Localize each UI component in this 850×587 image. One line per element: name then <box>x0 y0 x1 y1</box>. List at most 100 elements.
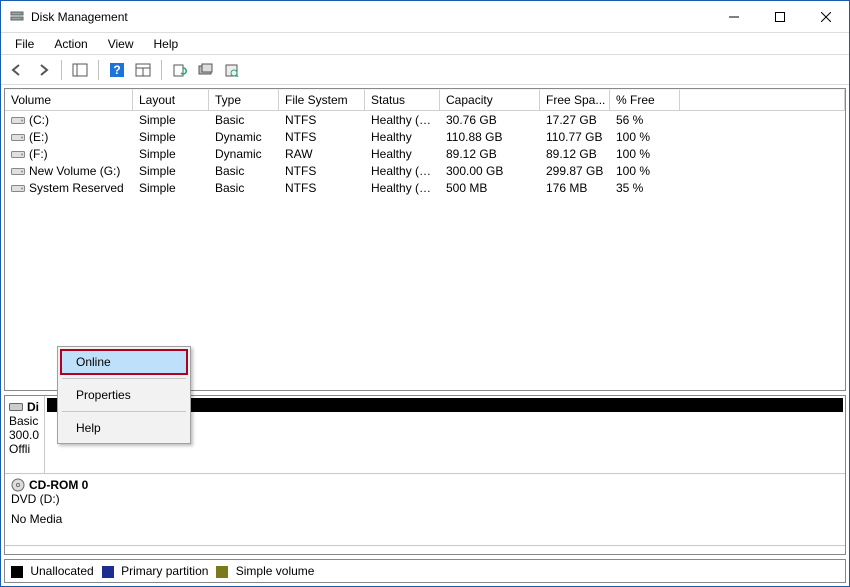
app-icon <box>9 9 25 25</box>
legend-simple: Simple volume <box>216 564 314 578</box>
toolbar-separator <box>161 60 162 80</box>
refresh-button[interactable] <box>168 58 192 82</box>
col-status[interactable]: Status <box>365 89 440 110</box>
vol-name: New Volume (G:) <box>29 164 120 178</box>
cdrom-icon <box>11 478 25 492</box>
toolbar-separator <box>61 60 62 80</box>
vol-cap: 500 MB <box>440 181 540 195</box>
minimize-button[interactable] <box>711 2 757 32</box>
ctx-help[interactable]: Help <box>60 415 188 441</box>
table-row[interactable]: (C:) Simple Basic NTFS Healthy (B... 30.… <box>5 111 845 128</box>
vol-name: (F:) <box>29 147 48 161</box>
volume-icon <box>11 132 25 143</box>
menubar: File Action View Help <box>1 33 849 55</box>
ctx-online[interactable]: Online <box>60 349 188 375</box>
volume-icon <box>11 166 25 177</box>
menu-help[interactable]: Help <box>146 35 187 53</box>
vol-free: 89.12 GB <box>540 147 610 161</box>
vol-status: Healthy <box>365 130 440 144</box>
ctx-separator <box>62 411 186 412</box>
table-row[interactable]: System Reserved Simple Basic NTFS Health… <box>5 179 845 196</box>
col-capacity[interactable]: Capacity <box>440 89 540 110</box>
cdrom-row[interactable]: CD-ROM 0 DVD (D:) No Media <box>5 474 845 546</box>
legend-unallocated-label: Unallocated <box>30 564 93 578</box>
legend-simple-label: Simple volume <box>236 564 315 578</box>
legend-unallocated: Unallocated <box>11 564 94 578</box>
swatch-unallocated <box>11 566 23 578</box>
vol-free: 176 MB <box>540 181 610 195</box>
toolbar-separator <box>98 60 99 80</box>
vol-pct: 100 % <box>610 130 680 144</box>
vol-name: System Reserved <box>29 181 124 195</box>
vol-name: (C:) <box>29 113 49 127</box>
disk-management-window: Disk Management File Action View Help <box>0 0 850 587</box>
volume-icon <box>11 115 25 126</box>
swatch-primary <box>102 566 114 578</box>
vol-type: Basic <box>209 113 279 127</box>
vol-layout: Simple <box>133 181 209 195</box>
vol-pct: 35 % <box>610 181 680 195</box>
context-menu: Online Properties Help <box>57 346 191 444</box>
table-row[interactable]: (E:) Simple Dynamic NTFS Healthy 110.88 … <box>5 128 845 145</box>
vol-type: Dynamic <box>209 130 279 144</box>
legend: Unallocated Primary partition Simple vol… <box>4 559 846 583</box>
table-row[interactable]: (F:) Simple Dynamic RAW Healthy 89.12 GB… <box>5 145 845 162</box>
vol-layout: Simple <box>133 113 209 127</box>
vol-status: Healthy (P... <box>365 164 440 178</box>
menu-file[interactable]: File <box>7 35 42 53</box>
vol-cap: 110.88 GB <box>440 130 540 144</box>
table-row[interactable]: New Volume (G:) Simple Basic NTFS Health… <box>5 162 845 179</box>
menu-view[interactable]: View <box>100 35 142 53</box>
vol-type: Basic <box>209 164 279 178</box>
vol-fs: NTFS <box>279 113 365 127</box>
cdrom-summary[interactable]: CD-ROM 0 DVD (D:) No Media <box>5 474 825 545</box>
vol-type: Dynamic <box>209 147 279 161</box>
vol-cap: 300.00 GB <box>440 164 540 178</box>
vol-free: 299.87 GB <box>540 164 610 178</box>
vol-name: (E:) <box>29 130 48 144</box>
vol-type: Basic <box>209 181 279 195</box>
vol-fs: NTFS <box>279 181 365 195</box>
vol-status: Healthy <box>365 147 440 161</box>
vol-fs: NTFS <box>279 164 365 178</box>
disk-summary[interactable]: Di Basic 300.0 Offli <box>5 396 45 473</box>
forward-button[interactable] <box>31 58 55 82</box>
vol-cap: 89.12 GB <box>440 147 540 161</box>
col-rest[interactable] <box>680 89 845 110</box>
col-pctfree[interactable]: % Free <box>610 89 680 110</box>
help-button[interactable]: ? <box>105 58 129 82</box>
maximize-button[interactable] <box>757 2 803 32</box>
col-layout[interactable]: Layout <box>133 89 209 110</box>
cdrom-type-label: DVD (D:) <box>11 492 819 506</box>
vol-free: 17.27 GB <box>540 113 610 127</box>
volume-icon <box>11 149 25 160</box>
disk-size-label: 300.0 <box>9 428 44 442</box>
vol-layout: Simple <box>133 130 209 144</box>
properties-button[interactable] <box>220 58 244 82</box>
titlebar: Disk Management <box>1 1 849 33</box>
col-filesystem[interactable]: File System <box>279 89 365 110</box>
show-hide-tree-button[interactable] <box>68 58 92 82</box>
disk-icon <box>9 401 23 413</box>
volume-icon <box>11 183 25 194</box>
rescan-button[interactable] <box>194 58 218 82</box>
menu-action[interactable]: Action <box>46 35 95 53</box>
window-title: Disk Management <box>31 10 128 24</box>
col-free[interactable]: Free Spa... <box>540 89 610 110</box>
col-volume[interactable]: Volume <box>5 89 133 110</box>
disk-name-label: Di <box>27 400 39 414</box>
ctx-properties[interactable]: Properties <box>60 382 188 408</box>
vol-layout: Simple <box>133 164 209 178</box>
content-area: Volume Layout Type File System Status Ca… <box>1 85 849 586</box>
close-button[interactable] <box>803 2 849 32</box>
vol-pct: 100 % <box>610 147 680 161</box>
vol-fs: RAW <box>279 147 365 161</box>
col-type[interactable]: Type <box>209 89 279 110</box>
vol-pct: 56 % <box>610 113 680 127</box>
column-headers: Volume Layout Type File System Status Ca… <box>5 89 845 111</box>
ctx-separator <box>62 378 186 379</box>
swatch-simple <box>216 566 228 578</box>
settings-button[interactable] <box>131 58 155 82</box>
disk-type-label: Basic <box>9 414 44 428</box>
back-button[interactable] <box>5 58 29 82</box>
